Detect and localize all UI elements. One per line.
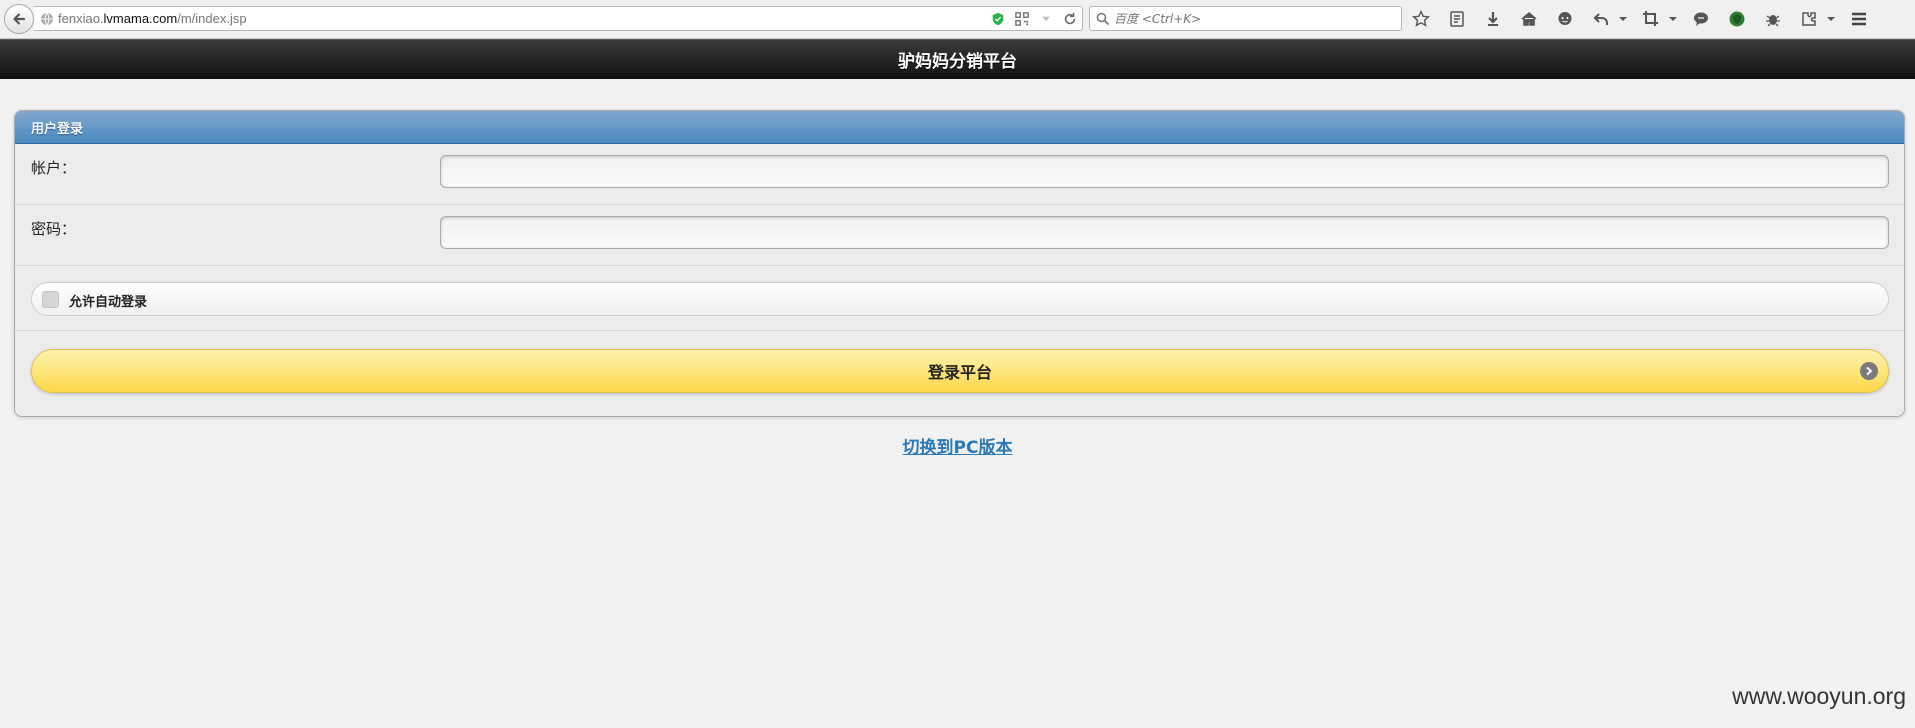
menu-icon[interactable] [1848,8,1870,30]
message-bubble-icon[interactable] [1690,8,1712,30]
qr-code-icon[interactable] [1014,11,1030,27]
reload-icon[interactable] [1062,11,1078,27]
auto-login-toggle[interactable]: 允许自动登录 [31,282,1889,316]
account-row: 帐户： [15,144,1904,205]
arrow-right-icon [1860,362,1878,380]
login-button[interactable]: 登录平台 [31,349,1889,393]
globe-icon [41,12,53,26]
back-arrow-icon [13,13,26,25]
submit-row: 登录平台 [15,331,1904,411]
account-input[interactable] [440,155,1889,188]
dropdown-arrow-icon[interactable] [1618,8,1628,30]
home-icon[interactable] [1518,8,1540,30]
auto-login-checkbox[interactable] [42,291,59,308]
bookmark-star-icon[interactable] [1410,8,1432,30]
switch-to-pc-link[interactable]: 切换到PC版本 [903,438,1013,458]
back-button[interactable] [4,4,34,34]
dropdown-arrow-icon[interactable] [1038,11,1054,27]
account-label: 帐户： [31,159,77,177]
reading-list-icon[interactable] [1446,8,1468,30]
download-icon[interactable] [1482,8,1504,30]
shield-icon[interactable] [990,11,1006,27]
login-panel-header: 用户登录 [15,111,1904,144]
password-label: 密码： [31,220,77,238]
puzzle-icon[interactable] [1798,8,1820,30]
bug-icon[interactable] [1762,8,1784,30]
address-bar[interactable]: fenxiao.lvmama.com/m/index.jsp [34,6,1083,31]
auto-login-label: 允许自动登录 [69,295,148,310]
dropdown-arrow-icon[interactable] [1668,8,1678,30]
undo-icon[interactable] [1590,8,1612,30]
page-title: 驴妈妈分销平台 [898,52,1017,72]
login-button-label: 登录平台 [927,363,992,382]
auto-login-row: 允许自动登录 [15,266,1904,331]
password-input[interactable] [440,216,1889,249]
search-bar[interactable] [1089,6,1402,31]
browser-toolbar: fenxiao.lvmama.com/m/index.jsp [0,0,1915,39]
chat-icon[interactable] [1554,8,1576,30]
password-row: 密码： [15,205,1904,266]
green-shield-icon[interactable] [1726,8,1748,30]
watermark: www.wooyun.org [1732,683,1906,709]
login-panel: 用户登录 帐户： 密码： 允许自动登录 登录平台 [14,110,1905,417]
search-icon [1096,12,1110,26]
url-text: fenxiao.lvmama.com/m/index.jsp [58,11,247,26]
switch-version-container: 切换到PC版本 [0,433,1915,458]
dropdown-arrow-icon[interactable] [1826,8,1836,30]
crop-icon[interactable] [1640,8,1662,30]
login-panel-title: 用户登录 [31,121,84,137]
search-input[interactable] [1114,9,1394,28]
page-header: 驴妈妈分销平台 [0,39,1915,79]
